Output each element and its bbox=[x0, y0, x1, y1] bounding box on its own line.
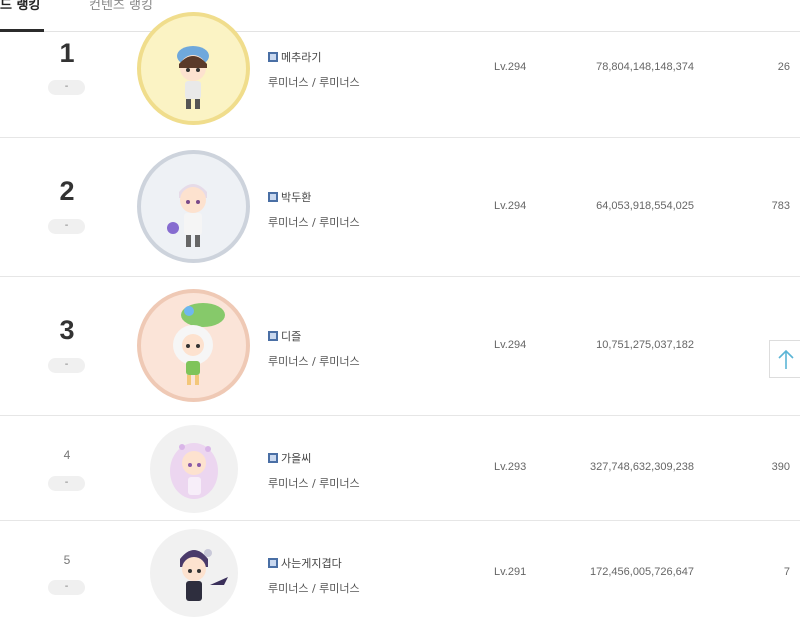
character-info: 사는게지겹다 루미너스 / 루미너스 bbox=[268, 555, 360, 596]
character-popularity: 390 bbox=[771, 461, 790, 473]
character-popularity: 26 bbox=[777, 61, 790, 73]
character-name-line[interactable]: 박두환 bbox=[268, 189, 360, 205]
character-info: 메추라기 루미너스 / 루미너스 bbox=[268, 49, 360, 90]
character-exp: 64,053,918,554,025 bbox=[596, 200, 694, 212]
character-job: 루미너스 / 루미너스 bbox=[268, 582, 360, 595]
ranking-row[interactable]: 5 - 사는게지겹다 루미너스 / 루미너스 Lv.291 172,456,00… bbox=[0, 521, 800, 631]
character-level: Lv.294 bbox=[494, 200, 527, 212]
character-name-line[interactable]: 디즐 bbox=[268, 328, 360, 344]
guild-emblem-icon bbox=[268, 331, 278, 341]
rank-change-badge: - bbox=[48, 476, 85, 491]
character-job: 루미너스 / 루미너스 bbox=[268, 355, 360, 368]
ranking-row[interactable]: 4 - 가을씨 루미너스 / 루미너스 Lv.293 327,748,632,3… bbox=[0, 416, 800, 521]
ranking-row[interactable]: 2 - 박두환 루미너스 / 루미너스 Lv.294 64,053,918,55… bbox=[0, 138, 800, 277]
character-exp: 327,748,632,309,238 bbox=[590, 461, 694, 473]
rank-number: 2 bbox=[59, 176, 75, 206]
character-info: 박두환 루미너스 / 루미너스 bbox=[268, 189, 360, 230]
guild-emblem-icon bbox=[268, 453, 278, 463]
rank-change-badge: - bbox=[48, 219, 85, 234]
character-level: Lv.293 bbox=[494, 461, 527, 473]
character-job: 루미너스 / 루미너스 bbox=[268, 216, 360, 229]
character-sprite bbox=[180, 549, 228, 601]
character-info: 가을씨 루미너스 / 루미너스 bbox=[268, 450, 360, 491]
guild-emblem-icon bbox=[268, 192, 278, 202]
character-sprite bbox=[167, 184, 207, 247]
character-sprite bbox=[170, 443, 218, 499]
ranking-row[interactable]: 1 - 메추라기 루미너스 / 루미너스 Lv.294 78,804,148,1… bbox=[0, 12, 800, 138]
character-name: 사는게지겹다 bbox=[281, 557, 342, 570]
character-avatar[interactable] bbox=[137, 150, 250, 263]
character-name: 박두환 bbox=[281, 191, 312, 204]
rank-change-badge: - bbox=[48, 358, 85, 373]
character-sprite bbox=[177, 46, 209, 109]
character-avatar[interactable] bbox=[150, 425, 238, 513]
character-name: 가을씨 bbox=[281, 452, 312, 465]
arrow-up-icon bbox=[778, 349, 794, 369]
character-info: 디즐 루미너스 / 루미너스 bbox=[268, 328, 360, 369]
character-sprite bbox=[173, 303, 225, 385]
tab-content-ranking[interactable]: 컨텐츠 랭킹 bbox=[89, 0, 159, 32]
guild-emblem-icon bbox=[268, 558, 278, 568]
character-exp: 78,804,148,148,374 bbox=[596, 61, 694, 73]
character-name-line[interactable]: 가을씨 bbox=[268, 450, 360, 466]
character-level: Lv.294 bbox=[494, 61, 527, 73]
rank-number: 1 bbox=[59, 38, 75, 68]
ranking-row[interactable]: 3 - 디즐 루미너스 / 루미너스 Lv.294 10,751,275,037… bbox=[0, 277, 800, 416]
character-name-line[interactable]: 사는게지겹다 bbox=[268, 555, 360, 571]
character-level: Lv.291 bbox=[494, 566, 527, 578]
rank-number: 5 bbox=[63, 553, 71, 567]
scroll-top-button[interactable] bbox=[769, 340, 800, 378]
tab-world-ranking[interactable]: 월드 랭킹 bbox=[0, 0, 44, 32]
rank-number: 4 bbox=[63, 448, 71, 462]
character-job: 루미너스 / 루미너스 bbox=[268, 76, 360, 89]
guild-emblem-icon bbox=[268, 52, 278, 62]
character-popularity: 783 bbox=[771, 200, 790, 212]
character-name: 디즐 bbox=[281, 330, 302, 343]
character-avatar[interactable] bbox=[137, 289, 250, 402]
rank-number: 3 bbox=[59, 315, 75, 345]
character-job: 루미너스 / 루미너스 bbox=[268, 477, 360, 490]
character-name-line[interactable]: 메추라기 bbox=[268, 49, 360, 65]
character-name: 메추라기 bbox=[281, 51, 322, 64]
character-avatar[interactable] bbox=[137, 12, 250, 125]
rank-change-badge: - bbox=[48, 580, 85, 595]
rank-change-badge: - bbox=[48, 80, 85, 95]
ranking-tabs: 월드 랭킹 컨텐츠 랭킹 bbox=[0, 0, 800, 32]
character-avatar[interactable] bbox=[150, 529, 238, 617]
character-popularity: 7 bbox=[783, 566, 790, 578]
character-exp: 172,456,005,726,647 bbox=[590, 566, 694, 578]
character-level: Lv.294 bbox=[494, 339, 527, 351]
character-exp: 10,751,275,037,182 bbox=[596, 339, 694, 351]
